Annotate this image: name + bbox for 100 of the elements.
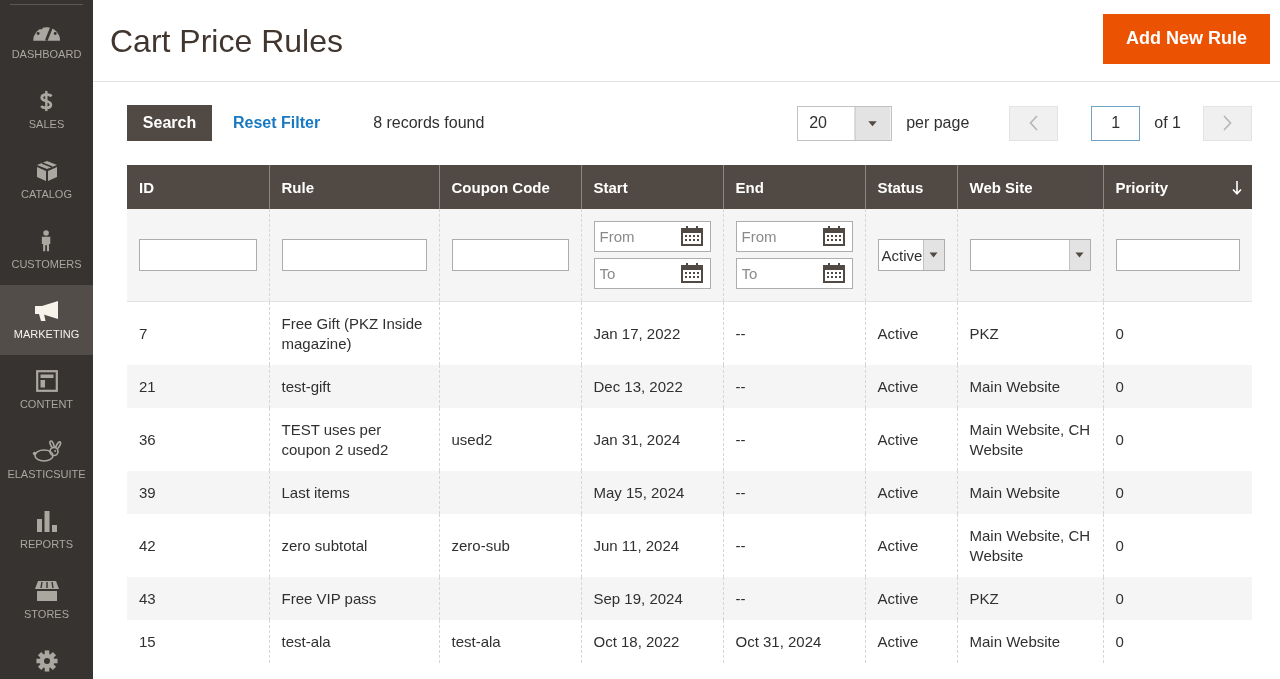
table-cell: test-gift	[269, 365, 439, 408]
table-cell: Active	[865, 301, 957, 365]
table-cell: 0	[1103, 301, 1252, 365]
table-cell: 36	[127, 408, 269, 471]
table-cell: test-ala	[269, 620, 439, 663]
table-cell: TEST uses per coupon 2 used2	[269, 408, 439, 471]
filter-select[interactable]: Active	[877, 239, 945, 271]
table-cell: 0	[1103, 365, 1252, 408]
table-cell: Dec 13, 2022	[581, 365, 723, 408]
table-cell: 21	[127, 365, 269, 408]
records-count: 8 records found	[373, 114, 485, 132]
sidebar-item[interactable]: CATALOG	[0, 145, 93, 215]
date-from-field[interactable]: From	[735, 221, 853, 252]
table-cell: PKZ	[957, 577, 1103, 620]
table-cell: 43	[127, 577, 269, 620]
filter-input[interactable]	[451, 239, 569, 271]
per-page-select[interactable]: 20	[797, 105, 893, 141]
column-header[interactable]: Rule	[269, 165, 439, 209]
sidebar-item[interactable]: MARKETING	[0, 285, 93, 355]
table-cell: Oct 18, 2022	[581, 620, 723, 663]
page-title: Cart Price Rules	[110, 21, 343, 61]
search-button[interactable]: Search	[127, 105, 212, 141]
page-input[interactable]: 1	[1091, 105, 1141, 141]
table-cell: Jan 31, 2024	[581, 408, 723, 471]
column-header[interactable]: Start	[581, 165, 723, 209]
table-cell: --	[723, 471, 865, 514]
sidebar-item[interactable]: REPORTS	[0, 495, 93, 565]
table-cell: 42	[127, 514, 269, 577]
table-cell: Main Website	[957, 620, 1103, 663]
calendar-icon[interactable]	[822, 263, 845, 283]
column-header[interactable]: Priority	[1103, 165, 1252, 209]
chevron-right-icon	[1223, 115, 1232, 131]
column-header[interactable]: Status	[865, 165, 957, 209]
table-cell: Active	[865, 514, 957, 577]
rabbit-icon	[31, 440, 62, 462]
table-cell: test-ala	[439, 620, 581, 663]
date-to-field[interactable]: To	[735, 258, 853, 289]
filter-input[interactable]	[1115, 239, 1240, 271]
table-cell: --	[723, 514, 865, 577]
calendar-icon[interactable]	[680, 263, 703, 283]
layout-icon	[35, 370, 58, 392]
sidebar-item[interactable]: CUSTOMERS	[0, 215, 93, 285]
table-cell: --	[723, 577, 865, 620]
table-cell: 7	[127, 301, 269, 365]
add-new-rule-button[interactable]: Add New Rule	[1103, 13, 1270, 64]
table-cell: Free VIP pass	[269, 577, 439, 620]
column-header[interactable]: ID	[127, 165, 269, 209]
calendar-icon[interactable]	[822, 226, 845, 246]
per-page-label: per page	[906, 114, 970, 132]
calendar-icon[interactable]	[680, 226, 703, 246]
table-cell: Active	[865, 471, 957, 514]
megaphone-icon	[33, 300, 60, 322]
table-cell: zero subtotal	[269, 514, 439, 577]
dollar-icon	[39, 90, 54, 112]
table-cell: Sep 19, 2024	[581, 577, 723, 620]
bar-chart-icon	[35, 510, 58, 532]
table-cell: used2	[439, 408, 581, 471]
table-cell: 0	[1103, 577, 1252, 620]
table-cell: --	[723, 301, 865, 365]
previous-page-button[interactable]	[1009, 105, 1059, 141]
date-to-field[interactable]: To	[593, 258, 711, 289]
table-cell: Active	[865, 577, 957, 620]
table-cell: --	[723, 408, 865, 471]
table-cell: 0	[1103, 471, 1252, 514]
table-cell: Jun 11, 2024	[581, 514, 723, 577]
sidebar-item[interactable]: DASHBOARD	[0, 5, 93, 75]
table-cell: Active	[865, 620, 957, 663]
table-cell: Active	[865, 408, 957, 471]
date-from-field[interactable]: From	[593, 221, 711, 252]
table-cell: Oct 31, 2024	[723, 620, 865, 663]
table-cell: 0	[1103, 514, 1252, 577]
table-cell: 0	[1103, 408, 1252, 471]
storefront-icon	[33, 580, 60, 602]
box-icon	[35, 160, 58, 182]
filter-select[interactable]	[969, 239, 1091, 271]
table-cell: Active	[865, 365, 957, 408]
filter-input[interactable]	[139, 239, 257, 271]
table-cell: 15	[127, 620, 269, 663]
table-cell: 0	[1103, 620, 1252, 663]
sidebar-item[interactable]: CONTENT	[0, 355, 93, 425]
table-cell: zero-sub	[439, 514, 581, 577]
column-header[interactable]: Web Site	[957, 165, 1103, 209]
table-cell: May 15, 2024	[581, 471, 723, 514]
next-page-button[interactable]	[1203, 105, 1252, 141]
table-cell: Last items	[269, 471, 439, 514]
table-cell: PKZ	[957, 301, 1103, 365]
person-icon	[41, 230, 52, 252]
sidebar-item[interactable]: SALES	[0, 75, 93, 145]
table-cell: Free Gift (PKZ Inside magazine)	[269, 301, 439, 365]
table-cell: Main Website	[957, 471, 1103, 514]
column-header[interactable]: Coupon Code	[439, 165, 581, 209]
table-cell: Main Website	[957, 365, 1103, 408]
table-cell: 39	[127, 471, 269, 514]
table-cell: Main Website, CH Website	[957, 514, 1103, 577]
sidebar-item[interactable]: STORES	[0, 565, 93, 635]
reset-filter-link[interactable]: Reset Filter	[233, 114, 321, 132]
filter-input[interactable]	[281, 239, 427, 271]
table-cell: Jan 17, 2022	[581, 301, 723, 365]
sidebar-item[interactable]: ELASTICSUITE	[0, 425, 93, 495]
column-header[interactable]: End	[723, 165, 865, 209]
